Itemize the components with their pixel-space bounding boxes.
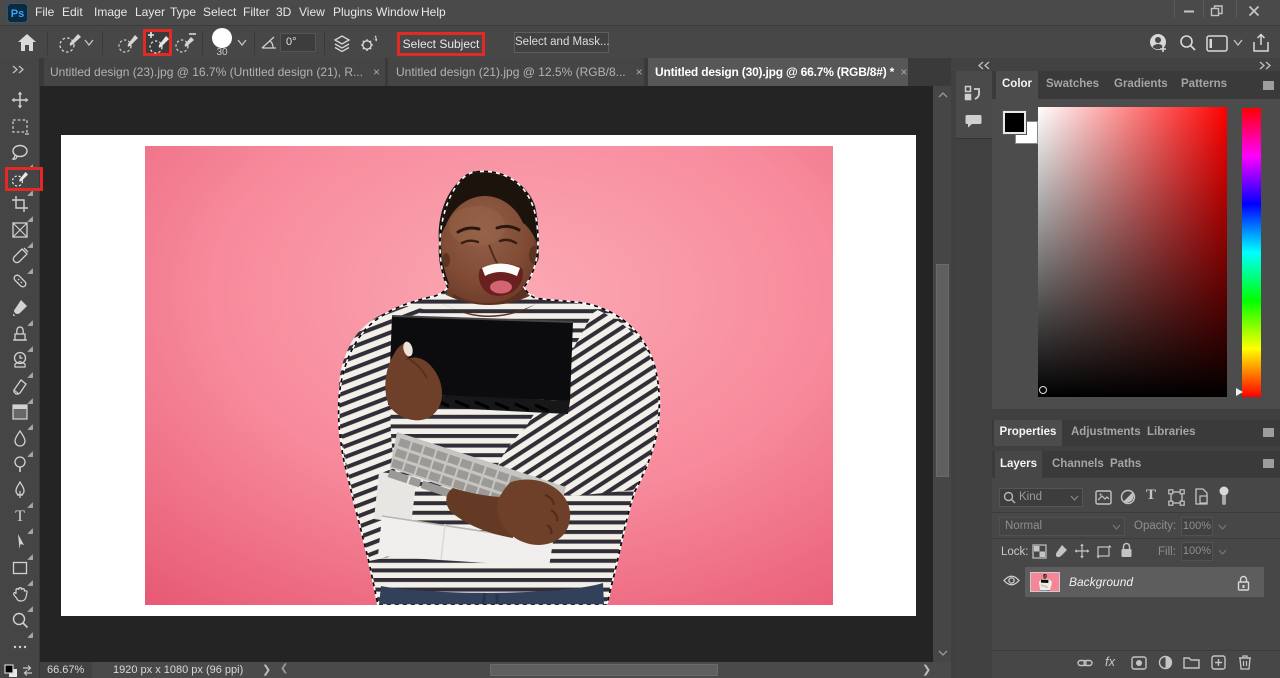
svg-text:T: T (15, 508, 25, 525)
